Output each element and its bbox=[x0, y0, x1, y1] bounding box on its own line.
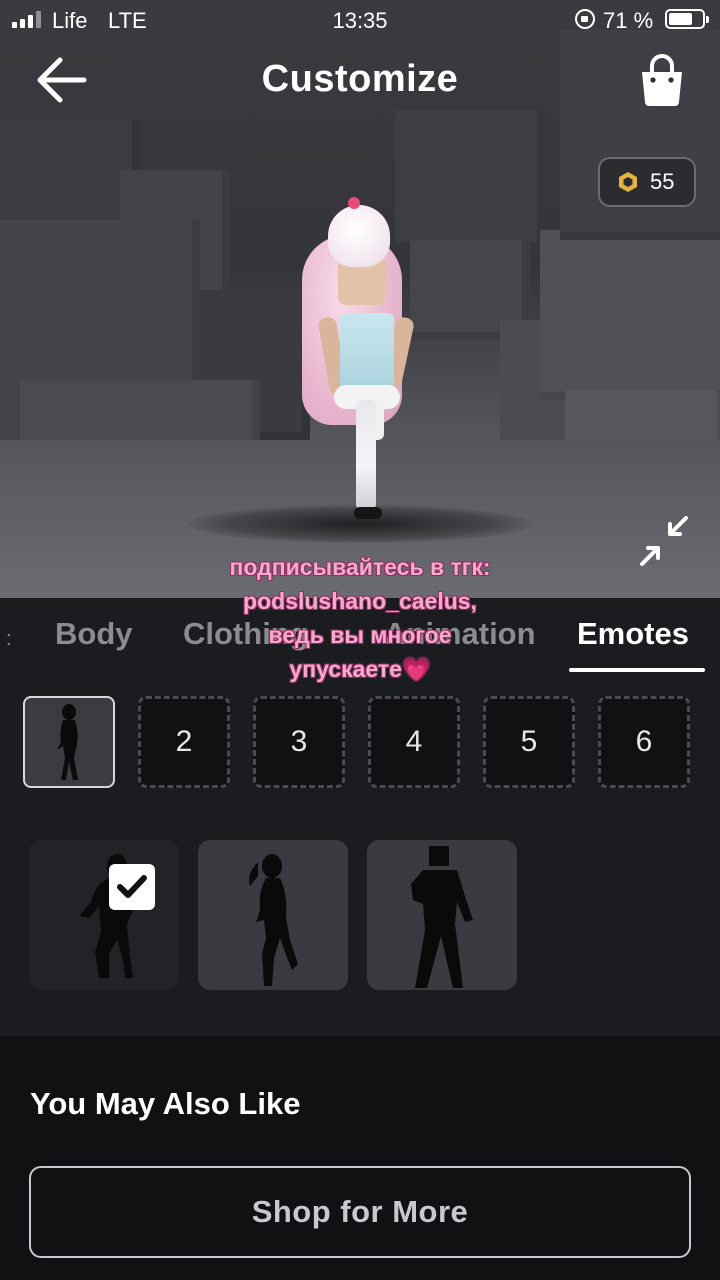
shop-for-more-button[interactable]: Shop for More bbox=[29, 1166, 691, 1258]
emote-slot-bar: 2 3 4 5 6 bbox=[0, 696, 720, 790]
emote-silhouette-icon bbox=[57, 704, 78, 780]
caption-line: podslushano_caelus, bbox=[243, 588, 477, 614]
emote-card-2[interactable] bbox=[198, 840, 348, 990]
battery-icon bbox=[665, 9, 709, 29]
caption-line: ведь вы многое bbox=[268, 622, 452, 648]
page-title: Customize bbox=[261, 58, 459, 100]
robux-amount: 55 bbox=[650, 169, 675, 194]
caption-line: подписывайтесь в тгк: bbox=[229, 554, 491, 580]
slot-number: 3 bbox=[290, 725, 308, 758]
slot-number: 5 bbox=[520, 725, 538, 758]
slot-number: 6 bbox=[635, 725, 653, 758]
battery-percent: 71 % bbox=[603, 8, 654, 33]
emote-slot-4[interactable]: 4 bbox=[368, 696, 460, 788]
slot-number: 4 bbox=[405, 725, 423, 758]
emote-card-1[interactable] bbox=[29, 840, 179, 990]
section-heading: You May Also Like bbox=[30, 1086, 301, 1121]
emote-silhouette-icon bbox=[79, 854, 133, 978]
tab-emotes[interactable]: Emotes bbox=[577, 616, 689, 652]
emote-slot-6[interactable]: 6 bbox=[598, 696, 690, 788]
emote-slot-5[interactable]: 5 bbox=[483, 696, 575, 788]
emote-silhouette-icon bbox=[411, 846, 473, 988]
player-avatar bbox=[290, 195, 440, 530]
checkmark-icon bbox=[117, 875, 147, 898]
slot-number: 2 bbox=[175, 725, 193, 758]
emote-slot-2[interactable]: 2 bbox=[138, 696, 230, 788]
active-tab-indicator bbox=[569, 668, 705, 672]
rotation-lock-icon bbox=[575, 9, 595, 29]
robux-balance[interactable]: 55 bbox=[598, 157, 696, 207]
status-bar: Life LTE 13:35 71 % bbox=[0, 0, 720, 40]
tab-body[interactable]: Body bbox=[55, 616, 133, 652]
collapse-arrows-icon bbox=[640, 516, 688, 566]
emote-slot-3[interactable]: 3 bbox=[253, 696, 345, 788]
shopping-bag-icon bbox=[642, 54, 682, 106]
caption-line: упускаете💗 bbox=[289, 656, 431, 682]
recommendations-section: You May Also Like Shop for More bbox=[0, 1036, 720, 1280]
collapse-view-button[interactable] bbox=[636, 514, 692, 570]
emote-card-3[interactable] bbox=[367, 840, 517, 990]
emote-silhouette-icon bbox=[249, 854, 298, 986]
emote-slot-1[interactable] bbox=[23, 696, 115, 788]
robux-icon bbox=[619, 172, 637, 192]
overlay-caption: подписывайтесь в тгк: podslushano_caelus… bbox=[150, 550, 570, 686]
scroll-hint: : bbox=[6, 628, 12, 650]
equipped-checkbox[interactable] bbox=[109, 864, 155, 910]
shop-bag-button[interactable] bbox=[636, 54, 688, 108]
